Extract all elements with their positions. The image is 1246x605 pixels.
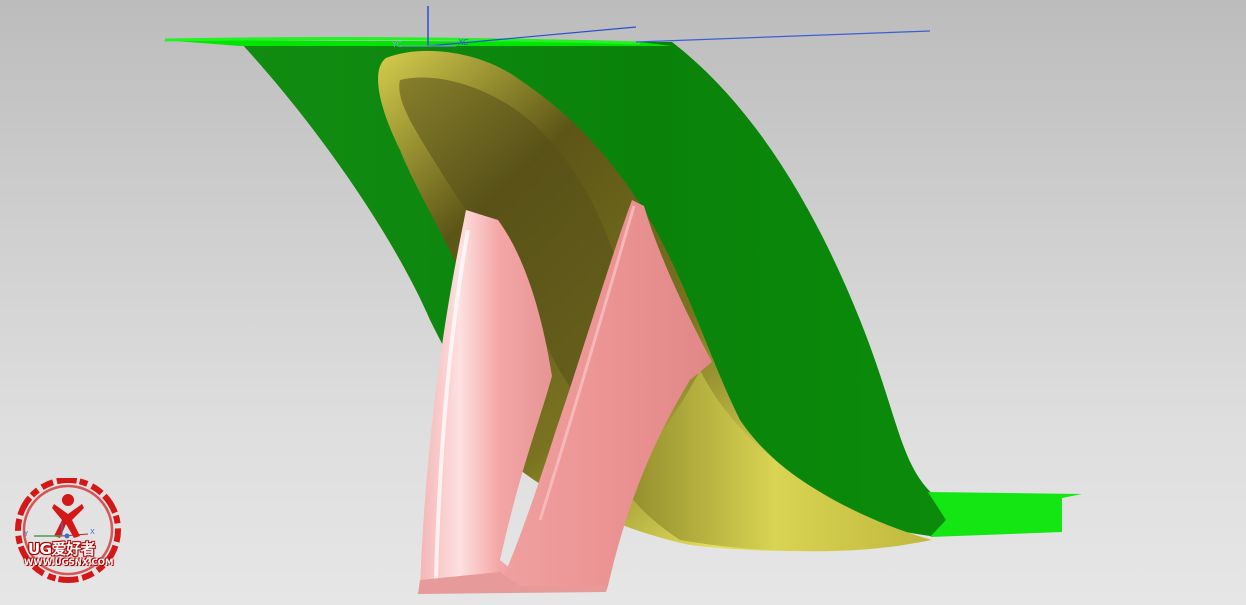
graphics-viewport[interactable]: XC YC Y X UG爱好者 WWW.UGSNX.COM <box>0 0 1246 605</box>
3d-model-scene[interactable] <box>0 0 1246 605</box>
green-surface-bottom-edge <box>928 492 1082 537</box>
view-triad-y-label: Y <box>24 530 29 538</box>
watermark-brand: UG爱好者 <box>28 540 96 558</box>
wcs-xc-label: XC <box>458 38 469 47</box>
ugsnx-watermark-logo: Y X UG爱好者 WWW.UGSNX.COM <box>10 477 130 598</box>
wcs-yc-label: YC <box>392 40 403 49</box>
wcs-x-axis-extended <box>635 30 931 43</box>
view-triad-x-label: X <box>90 528 95 536</box>
watermark-url: WWW.UGSNX.COM <box>24 558 114 568</box>
